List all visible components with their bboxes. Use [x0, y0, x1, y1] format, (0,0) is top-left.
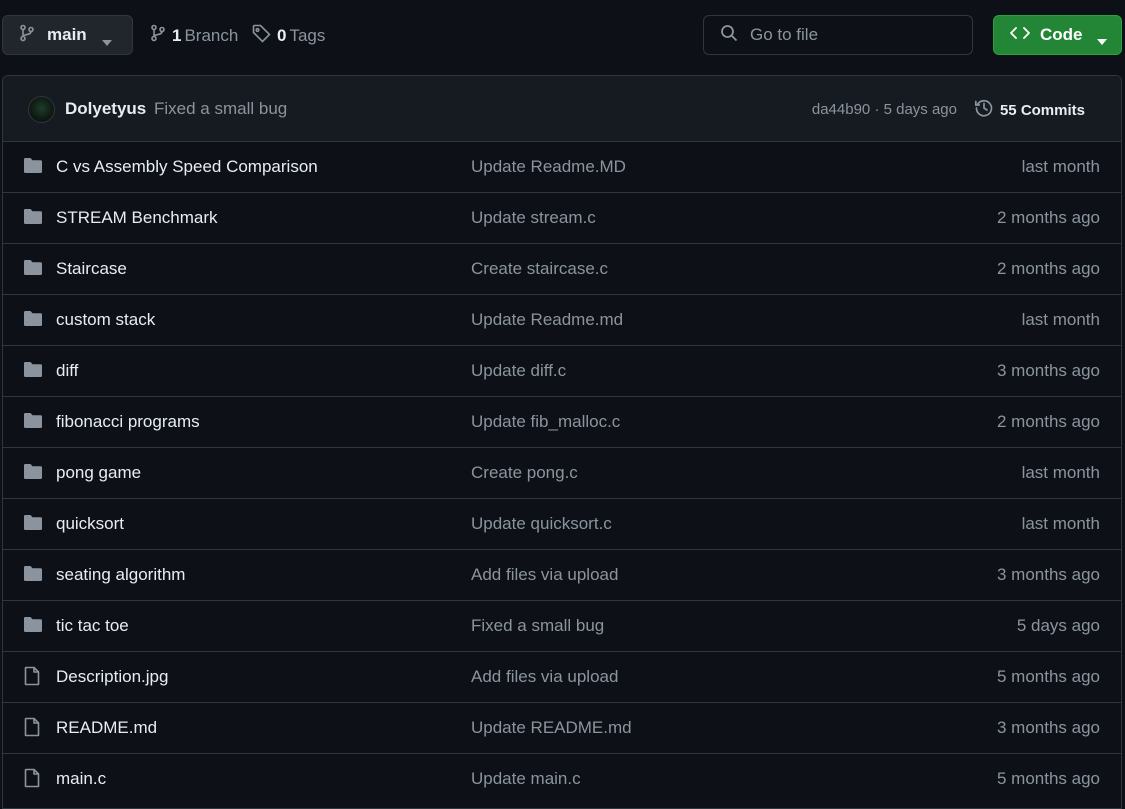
commits-label: Commits	[1020, 102, 1085, 119]
file-name-link[interactable]: main.c	[56, 769, 106, 789]
file-commit-message-link[interactable]: Create staircase.c	[471, 259, 608, 279]
file-commit-message-link[interactable]: Update stream.c	[471, 208, 596, 228]
author-avatar[interactable]	[28, 96, 55, 123]
chevron-down-icon	[102, 33, 112, 51]
file-row[interactable]: fibonacci programs Update fib_malloc.c 2 m…	[3, 397, 1121, 448]
file-commit-age: last month	[1021, 157, 1100, 176]
file-row[interactable]: README.md Update README.md 3 months ago	[3, 703, 1121, 754]
file-commit-message-link[interactable]: Add files via upload	[471, 667, 618, 687]
file-name-link[interactable]: seating algorithm	[56, 565, 185, 585]
folder-icon	[23, 565, 43, 587]
file-commit-message-link[interactable]: Update Readme.MD	[471, 157, 626, 177]
file-name-link[interactable]: quicksort	[56, 514, 124, 534]
file-row[interactable]: quicksort Update quicksort.c last month	[3, 499, 1121, 550]
file-name-link[interactable]: pong game	[56, 463, 141, 483]
folder-icon	[23, 616, 43, 638]
file-row[interactable]: main.c Update main.c 5 months ago	[3, 754, 1121, 805]
file-commit-age: 2 months ago	[996, 259, 1100, 278]
file-icon	[23, 666, 41, 691]
latest-commit-bar: Dolyetyus Fixed a small bug da44b90 · 5 …	[3, 76, 1121, 142]
file-commit-age: 3 months ago	[996, 718, 1100, 737]
file-name-link[interactable]: tic tac toe	[56, 616, 129, 636]
branch-selector-button[interactable]: main	[2, 15, 133, 55]
file-commit-message-link[interactable]: Update README.md	[471, 718, 632, 738]
file-name-link[interactable]: Description.jpg	[56, 667, 168, 687]
file-commit-message-link[interactable]: Fixed a small bug	[471, 616, 604, 636]
tag-count: 0	[277, 26, 287, 45]
file-icon	[23, 717, 41, 742]
file-commit-age: last month	[1021, 463, 1100, 482]
file-commit-age: last month	[1021, 310, 1100, 329]
folder-icon	[23, 361, 43, 383]
file-commit-age: 3 months ago	[996, 361, 1100, 380]
file-name-link[interactable]: diff	[56, 361, 78, 381]
file-browser: Dolyetyus Fixed a small bug da44b90 · 5 …	[2, 75, 1122, 809]
branch-count: 1	[172, 25, 182, 45]
search-input[interactable]	[750, 25, 950, 45]
file-commit-age: 3 months ago	[996, 565, 1100, 584]
file-commit-age: 5 months ago	[996, 769, 1100, 788]
folder-icon	[23, 514, 43, 536]
file-list: C vs Assembly Speed Comparison Update Rea…	[3, 142, 1121, 805]
commits-history-link[interactable]: 55 Commits	[974, 98, 1085, 123]
file-commit-age: 2 months ago	[996, 208, 1100, 227]
chevron-down-icon	[1097, 32, 1107, 50]
repo-toolbar: main 1 Branch 0 Tags Code	[0, 0, 1125, 72]
file-commit-age: 5 months ago	[996, 667, 1100, 686]
folder-icon	[23, 412, 43, 434]
file-row[interactable]: diff Update diff.c 3 months ago	[3, 346, 1121, 397]
commit-author[interactable]: Dolyetyus	[65, 99, 146, 119]
file-commit-message-link[interactable]: Update fib_malloc.c	[471, 412, 620, 432]
commit-hash-age[interactable]: da44b90 · 5 days ago	[812, 101, 957, 118]
commit-message[interactable]: Fixed a small bug	[154, 99, 287, 119]
file-row[interactable]: Description.jpg Add files via upload 5 mon…	[3, 652, 1121, 703]
go-to-file-search[interactable]	[703, 15, 973, 55]
file-commit-message-link[interactable]: Update Readme.md	[471, 310, 623, 330]
file-name-link[interactable]: Staircase	[56, 259, 127, 279]
file-row[interactable]: seating algorithm Add files via upload 3 m…	[3, 550, 1121, 601]
file-name-link[interactable]: STREAM Benchmark	[56, 208, 218, 228]
file-commit-message-link[interactable]: Create pong.c	[471, 463, 578, 483]
folder-icon	[23, 310, 43, 332]
file-name-link[interactable]: C vs Assembly Speed Comparison	[56, 157, 318, 177]
file-name-link[interactable]: README.md	[56, 718, 157, 738]
file-commit-age: 5 days ago	[1016, 616, 1100, 635]
folder-icon	[23, 463, 43, 485]
commits-count: 55	[999, 102, 1017, 119]
file-row[interactable]: Staircase Create staircase.c 2 months ago	[3, 244, 1121, 295]
branch-name: main	[47, 25, 87, 44]
tag-icon	[252, 24, 271, 48]
search-icon	[720, 24, 738, 47]
file-row[interactable]: custom stack Update Readme.md last month	[3, 295, 1121, 346]
code-icon	[1010, 26, 1030, 45]
history-icon	[974, 98, 994, 123]
file-name-link[interactable]: fibonacci programs	[56, 412, 200, 432]
git-branch-icon	[150, 24, 166, 47]
git-branch-icon	[19, 24, 35, 47]
file-name-link[interactable]: custom stack	[56, 310, 155, 330]
tag-count-label: Tags	[289, 26, 326, 45]
branch-count-label: Branch	[184, 25, 239, 45]
file-row[interactable]: pong game Create pong.c last month	[3, 448, 1121, 499]
folder-icon	[23, 157, 43, 179]
file-row[interactable]: C vs Assembly Speed Comparison Update Rea…	[3, 142, 1121, 193]
file-commit-message-link[interactable]: Update diff.c	[471, 361, 566, 381]
folder-icon	[23, 259, 43, 281]
file-commit-message-link[interactable]: Add files via upload	[471, 565, 618, 585]
tags-link[interactable]: 0 Tags	[252, 24, 325, 48]
file-commit-age: last month	[1021, 514, 1100, 533]
file-row[interactable]: STREAM Benchmark Update stream.c 2 months …	[3, 193, 1121, 244]
file-commit-age: 2 months ago	[996, 412, 1100, 431]
branches-link[interactable]: 1 Branch	[150, 24, 238, 47]
file-icon	[23, 768, 41, 793]
code-button-label: Code	[1040, 25, 1083, 44]
file-row[interactable]: tic tac toe Fixed a small bug 5 days ago	[3, 601, 1121, 652]
folder-icon	[23, 208, 43, 230]
code-button[interactable]: Code	[993, 15, 1122, 55]
file-commit-message-link[interactable]: Update quicksort.c	[471, 514, 612, 534]
file-commit-message-link[interactable]: Update main.c	[471, 769, 581, 789]
